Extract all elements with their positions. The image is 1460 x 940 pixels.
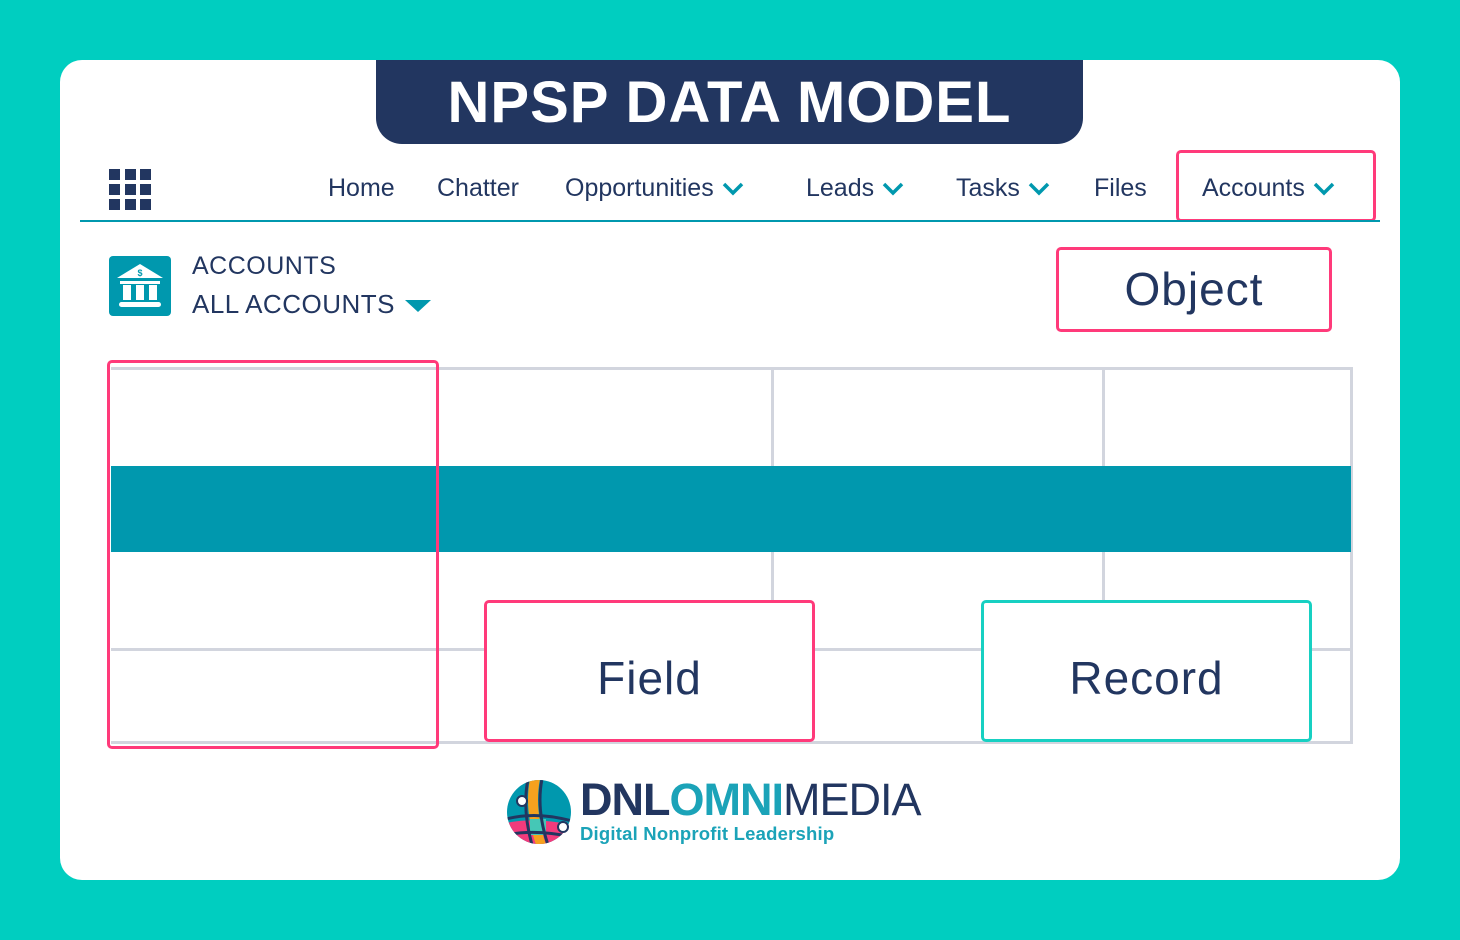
list-view-label: ALL ACCOUNTS (192, 289, 395, 319)
chevron-down-icon[interactable] (882, 182, 904, 196)
nav-tab-tasks[interactable]: Tasks (956, 174, 1050, 203)
object-annotation-label: Object (1124, 263, 1264, 315)
nav-tab-label: Tasks (956, 174, 1020, 202)
field-annotation-label: Field (597, 652, 702, 704)
nav-tab-leads[interactable]: Leads (806, 174, 904, 203)
object-label: ACCOUNTS (192, 252, 337, 280)
nav-tab-label: Accounts (1202, 174, 1305, 202)
app-launcher-grid-icon[interactable] (109, 169, 151, 210)
logo-wordmark: DNLOMNIMEDIA (580, 774, 921, 825)
table-right-border (1350, 367, 1353, 744)
bank-icon: $ (109, 256, 171, 316)
field-column-highlight (107, 360, 439, 749)
nav-tab-label: Home (328, 174, 395, 202)
globe-logo-icon (507, 779, 571, 844)
nav-tab-files[interactable]: Files (1094, 174, 1147, 203)
chevron-down-icon[interactable] (1313, 182, 1335, 196)
svg-text:$: $ (137, 268, 142, 278)
page-title: NPSP DATA MODEL (376, 60, 1083, 144)
nav-tab-chatter[interactable]: Chatter (437, 174, 519, 203)
nav-tab-label: Chatter (437, 174, 519, 202)
nav-tab-label: Files (1094, 174, 1147, 202)
nav-tab-accounts[interactable]: Accounts (1202, 174, 1335, 203)
logo-tagline: Digital Nonprofit Leadership (580, 823, 835, 844)
nav-tab-opportunities[interactable]: Opportunities (565, 174, 744, 203)
chevron-down-icon[interactable] (722, 182, 744, 196)
record-annotation-box: Record (981, 600, 1312, 742)
nav-tab-label: Leads (806, 174, 875, 202)
chevron-down-icon[interactable] (1028, 182, 1050, 196)
nav-tab-home[interactable]: Home (328, 174, 395, 203)
nav-divider (80, 220, 1380, 222)
record-annotation-label: Record (1069, 652, 1224, 704)
object-annotation-box: Object (1056, 247, 1332, 332)
field-annotation-box: Field (484, 600, 815, 742)
caret-down-icon (404, 299, 431, 312)
nav-tab-label: Opportunities (565, 174, 714, 202)
dnl-omnimedia-logo: DNLOMNIMEDIA Digital Nonprofit Leadershi… (506, 774, 921, 845)
list-view-selector[interactable]: ALL ACCOUNTS (192, 289, 431, 320)
